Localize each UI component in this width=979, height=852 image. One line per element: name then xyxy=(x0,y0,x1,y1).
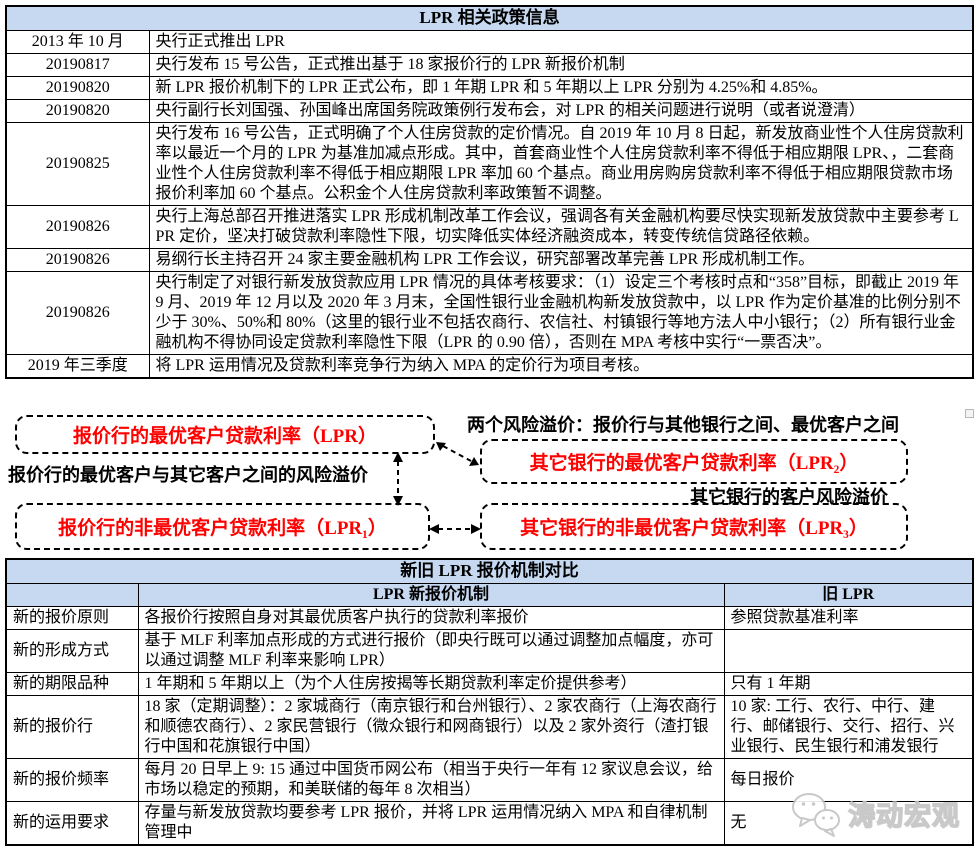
diagram-box-lpr2: 其它银行的最优客户贷款利率（LPR₂） xyxy=(480,439,908,484)
watermark: 涛动宏观 xyxy=(790,786,975,841)
policy-date: 2013 年 10 月 xyxy=(6,30,149,53)
diagram-label-left-premium: 报价行的最优客户与其它客户之间的风险溢价 xyxy=(8,461,368,487)
table-row: 20190825 央行发布 16 号公告，正式明确了个人住房贷款的定价情况。自 … xyxy=(6,122,973,205)
table-row: 20190826 央行上海总部召开推进落实 LPR 形成机制改革工作会议，强调各… xyxy=(6,205,973,248)
table-row: 20190817 央行发布 15 号公告，正式推出基于 18 家报价行的 LPR… xyxy=(6,53,973,76)
arrowhead-upleft-icon xyxy=(436,442,446,451)
policy-date: 20190820 xyxy=(6,76,149,99)
document-page: LPR 相关政策信息 2013 年 10 月 央行正式推出 LPR 201908… xyxy=(0,0,979,852)
comparison-row-label: 新的报价频率 xyxy=(6,758,138,801)
policy-content: 央行发布 16 号公告，正式明确了个人住房贷款的定价情况。自 2019 年 10… xyxy=(149,122,973,205)
comparison-header-empty xyxy=(6,583,138,606)
policy-date: 20190826 xyxy=(6,205,149,248)
arrowhead-left-icon xyxy=(429,524,439,534)
policy-content: 央行上海总部召开推进落实 LPR 形成机制改革工作会议，强调各有关金融机构要尽快… xyxy=(149,205,973,248)
comparison-new-cell: 1 年期和 5 年期以上（为个人住房按揭等长期贷款利率定价提供参考） xyxy=(138,672,724,695)
watermark-text: 涛动宏观 xyxy=(848,794,960,833)
policy-content: 央行副行长刘国强、孙国峰出席国务院政策例行发布会，对 LPR 的相关问题进行说明… xyxy=(149,99,973,122)
diagonal-dashed-arrow xyxy=(443,446,471,461)
comparison-new-cell: 各报价行按照自身对其最优质客户执行的贷款利率报价 xyxy=(138,606,724,629)
policy-table-title-row: LPR 相关政策信息 xyxy=(6,6,973,30)
table-row: 新的期限品种 1 年期和 5 年期以上（为个人住房按揭等长期贷款利率定价提供参考… xyxy=(6,672,973,695)
policy-date: 20190820 xyxy=(6,99,149,122)
lpr-rate-relation-diagram: 报价行的最优客户贷款利率（LPR） 其它银行的最优客户贷款利率（LPR₂） 报价… xyxy=(0,403,979,558)
policy-date: 2019 年三季度 xyxy=(6,354,149,378)
policy-content: 央行正式推出 LPR xyxy=(149,30,973,53)
table-row: 20190820 新 LPR 报价机制下的 LPR 正式公布，即 1 年期 LP… xyxy=(6,76,973,99)
diagram-label-two-premiums: 两个风险溢价：报价行与其他银行之间、最优客户之间 xyxy=(467,411,899,437)
resize-handle-artifact xyxy=(965,409,974,418)
comparison-header-row: LPR 新报价机制 旧 LPR xyxy=(6,583,973,606)
comparison-new-cell: 基于 MLF 利率加点形成的方式进行报价（即央行既可以通过调整加点幅度，亦可以通… xyxy=(138,629,724,672)
table-row: 新的报价原则 各报价行按照自身对其最优质客户执行的贷款利率报价 参照贷款基准利率 xyxy=(6,606,973,629)
policy-date: 20190817 xyxy=(6,53,149,76)
comparison-old-cell: 参照贷款基准利率 xyxy=(724,606,973,629)
diagram-box-lpr1: 报价行的非最优客户贷款利率（LPR₁） xyxy=(15,503,430,550)
diagram-box-lpr: 报价行的最优客户贷款利率（LPR） xyxy=(15,415,435,454)
comparison-row-label: 新的运用要求 xyxy=(6,801,138,845)
comparison-row-label: 新的形成方式 xyxy=(6,629,138,672)
table-row: 2013 年 10 月 央行正式推出 LPR xyxy=(6,30,973,53)
arrowhead-downright-icon xyxy=(469,457,479,466)
table-row: 新的报价行 18 家（定期调整）：2 家城商行（南京银行和台州银行）、2 家农商… xyxy=(6,695,973,758)
comparison-table-title: 新旧 LPR 报价机制对比 xyxy=(6,559,973,583)
comparison-table-title-row: 新旧 LPR 报价机制对比 xyxy=(6,559,973,583)
policy-content: 央行制定了对银行新发放贷款应用 LPR 情况的具体考核要求：（1）设定三个考核时… xyxy=(149,271,973,354)
table-row: 新的形成方式 基于 MLF 利率加点形成的方式进行报价（即央行既可以通过调整加点… xyxy=(6,629,973,672)
comparison-new-cell: 18 家（定期调整）：2 家城商行（南京银行和台州银行）、2 家农商行（上海农商… xyxy=(138,695,724,758)
policy-date: 20190826 xyxy=(6,248,149,271)
comparison-header-new: LPR 新报价机制 xyxy=(138,583,724,606)
policy-content: 央行发布 15 号公告，正式推出基于 18 家报价行的 LPR 新报价机制 xyxy=(149,53,973,76)
comparison-old-cell: 10 家: 工行、农行、中行、建行、邮储银行、交行、招行、兴业银行、民生银行和浦… xyxy=(724,695,973,758)
comparison-old-cell: 只有 1 年期 xyxy=(724,672,973,695)
diagram-label-right-premium: 其它银行的客户风险溢价 xyxy=(690,483,888,509)
comparison-row-label: 新的报价原则 xyxy=(6,606,138,629)
lpr-policy-table: LPR 相关政策信息 2013 年 10 月 央行正式推出 LPR 201908… xyxy=(5,5,974,379)
diagram-box-lpr3: 其它银行的非最优客户贷款利率（LPR₃） xyxy=(480,503,908,550)
table-row: 20190820 央行副行长刘国强、孙国峰出席国务院政策例行发布会，对 LPR … xyxy=(6,99,973,122)
policy-table-title: LPR 相关政策信息 xyxy=(6,6,973,30)
comparison-header-old: 旧 LPR xyxy=(724,583,973,606)
policy-date: 20190826 xyxy=(6,271,149,354)
policy-content: 易纲行长主持召开 24 家主要金融机构 LPR 工作会议，研究部署改革完善 LP… xyxy=(149,248,973,271)
comparison-new-cell: 存量与新发放贷款均要参考 LPR 报价，并将 LPR 运用情况纳入 MPA 和自… xyxy=(138,801,724,845)
table-row: 20190826 央行制定了对银行新发放贷款应用 LPR 情况的具体考核要求：（… xyxy=(6,271,973,354)
table-row: 20190826 易纲行长主持召开 24 家主要金融机构 LPR 工作会议，研究… xyxy=(6,248,973,271)
policy-content: 新 LPR 报价机制下的 LPR 正式公布，即 1 年期 LPR 和 5 年期以… xyxy=(149,76,973,99)
comparison-new-cell: 每月 20 日早上 9: 15 通过中国货币网公布（相当于央行一年有 12 家议… xyxy=(138,758,724,801)
wechat-logo-icon xyxy=(790,790,842,838)
comparison-row-label: 新的报价行 xyxy=(6,695,138,758)
comparison-old-cell xyxy=(724,629,973,672)
policy-date: 20190825 xyxy=(6,122,149,205)
policy-content: 将 LPR 运用情况及贷款利率竞争行为纳入 MPA 的定价行为项目考核。 xyxy=(149,354,973,378)
table-row: 2019 年三季度 将 LPR 运用情况及贷款利率竞争行为纳入 MPA 的定价行… xyxy=(6,354,973,378)
comparison-row-label: 新的期限品种 xyxy=(6,672,138,695)
